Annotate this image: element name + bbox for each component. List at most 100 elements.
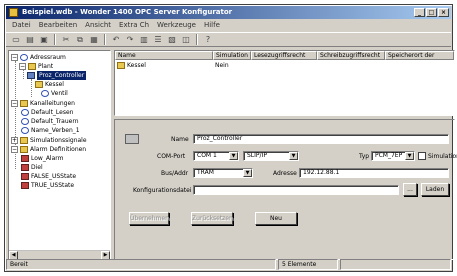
tree-item[interactable]: Low_Alarm — [21, 154, 63, 163]
item-list[interactable]: Name Simulation Lesezugriffsrecht Schrei… — [114, 50, 455, 116]
copy-icon[interactable]: ⧉ — [74, 34, 86, 45]
column-header-location[interactable]: Speicherort der — [385, 51, 454, 60]
address-space-icon — [20, 54, 28, 61]
tree-item[interactable]: TRUE_USState — [21, 181, 74, 190]
address-tree[interactable]: − Adressraum − Plant Proz_Controller Kes… — [8, 50, 111, 260]
chevron-down-icon[interactable]: ▼ — [289, 152, 298, 160]
tree-item[interactable]: FALSE_USState — [21, 172, 76, 181]
reset-button[interactable]: Zurücksetzen — [191, 212, 233, 225]
com-port-select[interactable]: COM 1 ▼ — [193, 151, 239, 161]
channel-icon — [21, 127, 29, 134]
close-button[interactable]: × — [438, 8, 449, 17]
tree-horizontal-scrollbar[interactable]: ◀ ▶ — [9, 250, 110, 259]
status-text: Bereit — [6, 259, 276, 270]
grid-icon[interactable]: ▥ — [138, 34, 150, 45]
menu-tools[interactable]: Werkzeuge — [154, 20, 199, 31]
tree-item[interactable]: Ventil — [41, 89, 68, 98]
properties-panel: Name Proz_Controller COM-Port COM 1 ▼ SL… — [114, 119, 457, 260]
menu-help[interactable]: Hilfe — [201, 20, 223, 31]
undo-icon[interactable]: ↶ — [110, 34, 122, 45]
status-empty — [340, 259, 451, 270]
new-file-icon[interactable]: ▭ — [10, 34, 22, 45]
chevron-down-icon[interactable]: ▼ — [229, 152, 238, 160]
tree-item[interactable]: Default_Lesen — [21, 108, 73, 117]
alarm-icon — [21, 164, 29, 171]
list-view-icon[interactable]: ☰ — [152, 34, 164, 45]
typ-select[interactable]: PCM_7EP ▼ — [371, 151, 415, 161]
window-title: Beispiel.wdb - Wonder 1400 OPC Server Ko… — [22, 8, 233, 16]
channel-icon — [21, 109, 29, 116]
open-folder-icon[interactable]: ▤ — [24, 34, 36, 45]
cut-icon[interactable]: ✂ — [60, 34, 72, 45]
folder-icon — [20, 100, 28, 107]
help-icon[interactable]: ? — [202, 34, 214, 45]
alarm-icon — [21, 155, 29, 162]
menu-file[interactable]: Datei — [9, 20, 34, 31]
bus-select[interactable]: TRAM ▼ — [193, 168, 253, 178]
config-file-label: Konfigurationsdatei — [133, 187, 192, 194]
controller-icon — [27, 72, 35, 79]
column-header-read[interactable]: Lesezugriffsrecht — [251, 51, 317, 60]
collapse-icon[interactable]: − — [11, 146, 18, 153]
properties-icon[interactable]: ◫ — [180, 34, 192, 45]
channel-icon — [21, 118, 29, 125]
new-button[interactable]: Neu — [255, 212, 297, 225]
name-input[interactable]: Proz_Controller — [193, 134, 449, 144]
expand-icon[interactable]: + — [11, 137, 18, 144]
menu-view[interactable]: Ansicht — [82, 20, 114, 31]
tree-item[interactable]: Name_Verben_1 — [21, 126, 80, 135]
apply-button[interactable]: Übernehmen — [129, 212, 169, 225]
chevron-down-icon[interactable]: ▼ — [243, 169, 252, 177]
collapse-icon[interactable]: − — [11, 100, 18, 107]
controller-icon — [125, 134, 139, 144]
collapse-icon[interactable]: − — [19, 63, 26, 70]
column-header-name[interactable]: Name — [115, 51, 213, 60]
browse-button[interactable]: ... — [403, 183, 417, 196]
tree-item[interactable]: − Plant — [19, 62, 53, 71]
title-bar[interactable]: Beispiel.wdb - Wonder 1400 OPC Server Ko… — [6, 6, 451, 19]
status-bar: Bereit 5 Elemente — [6, 259, 451, 270]
menu-extra[interactable]: Extra Ch — [116, 20, 152, 31]
com-port-label: COM-Port — [157, 153, 186, 160]
column-header-simulation[interactable]: Simulation — [213, 51, 251, 60]
simulation-checkbox[interactable] — [418, 152, 426, 160]
folder-icon — [117, 62, 125, 69]
tree-item[interactable]: − Adressraum — [11, 53, 66, 62]
redo-icon[interactable]: ↷ — [124, 34, 136, 45]
menu-bar: Datei Bearbeiten Ansicht Extra Ch Werkze… — [6, 20, 451, 31]
alarm-icon — [21, 182, 29, 189]
save-icon[interactable]: ▣ — [38, 34, 50, 45]
minimize-button[interactable]: _ — [414, 8, 425, 17]
folder-icon — [35, 81, 43, 88]
bus-label: Bus/Addr — [161, 170, 189, 177]
tree-item[interactable]: Kessel — [35, 80, 64, 89]
address-input[interactable]: 192.12.88.1 — [299, 168, 449, 178]
tree-item-selected[interactable]: Proz_Controller — [27, 71, 87, 80]
load-button[interactable]: Laden — [421, 183, 449, 196]
address-label: Adresse — [273, 170, 297, 177]
tree-item[interactable]: − Alarm Definitionen — [11, 145, 86, 154]
toolbar: ▭ ▤ ▣ ✂ ⧉ ▦ ↶ ↷ ▥ ☰ ▧ ◫ ? — [6, 32, 451, 47]
paste-icon[interactable]: ▦ — [88, 34, 100, 45]
chevron-down-icon[interactable]: ▼ — [405, 152, 414, 160]
main-window: Beispiel.wdb - Wonder 1400 OPC Server Ko… — [4, 4, 457, 272]
list-header: Name Simulation Lesezugriffsrecht Schrei… — [115, 51, 454, 60]
list-item[interactable]: Kessel Nein — [115, 61, 454, 70]
protocol-select[interactable]: SLIP/IP ▼ — [243, 151, 299, 161]
name-label: Name — [171, 136, 189, 143]
app-icon — [9, 8, 18, 17]
maximize-button[interactable]: □ — [426, 8, 437, 17]
menu-edit[interactable]: Bearbeiten — [36, 20, 80, 31]
tree-item[interactable]: − Kanalleitungen — [11, 99, 75, 108]
folder-icon — [20, 146, 28, 153]
item-count: 5 Elemente — [278, 259, 338, 270]
config-file-input[interactable] — [193, 185, 399, 195]
tree-item[interactable]: + Simulationssignale — [11, 136, 87, 145]
simulation-label: Simulation — [428, 153, 457, 160]
tree-item[interactable]: Default_Trauern — [21, 117, 79, 126]
tree-item[interactable]: Diel — [21, 163, 43, 172]
column-header-write[interactable]: Schreibzugriffsrecht — [317, 51, 385, 60]
alarm-icon — [21, 173, 29, 180]
details-icon[interactable]: ▧ — [166, 34, 178, 45]
collapse-icon[interactable]: − — [11, 54, 18, 61]
